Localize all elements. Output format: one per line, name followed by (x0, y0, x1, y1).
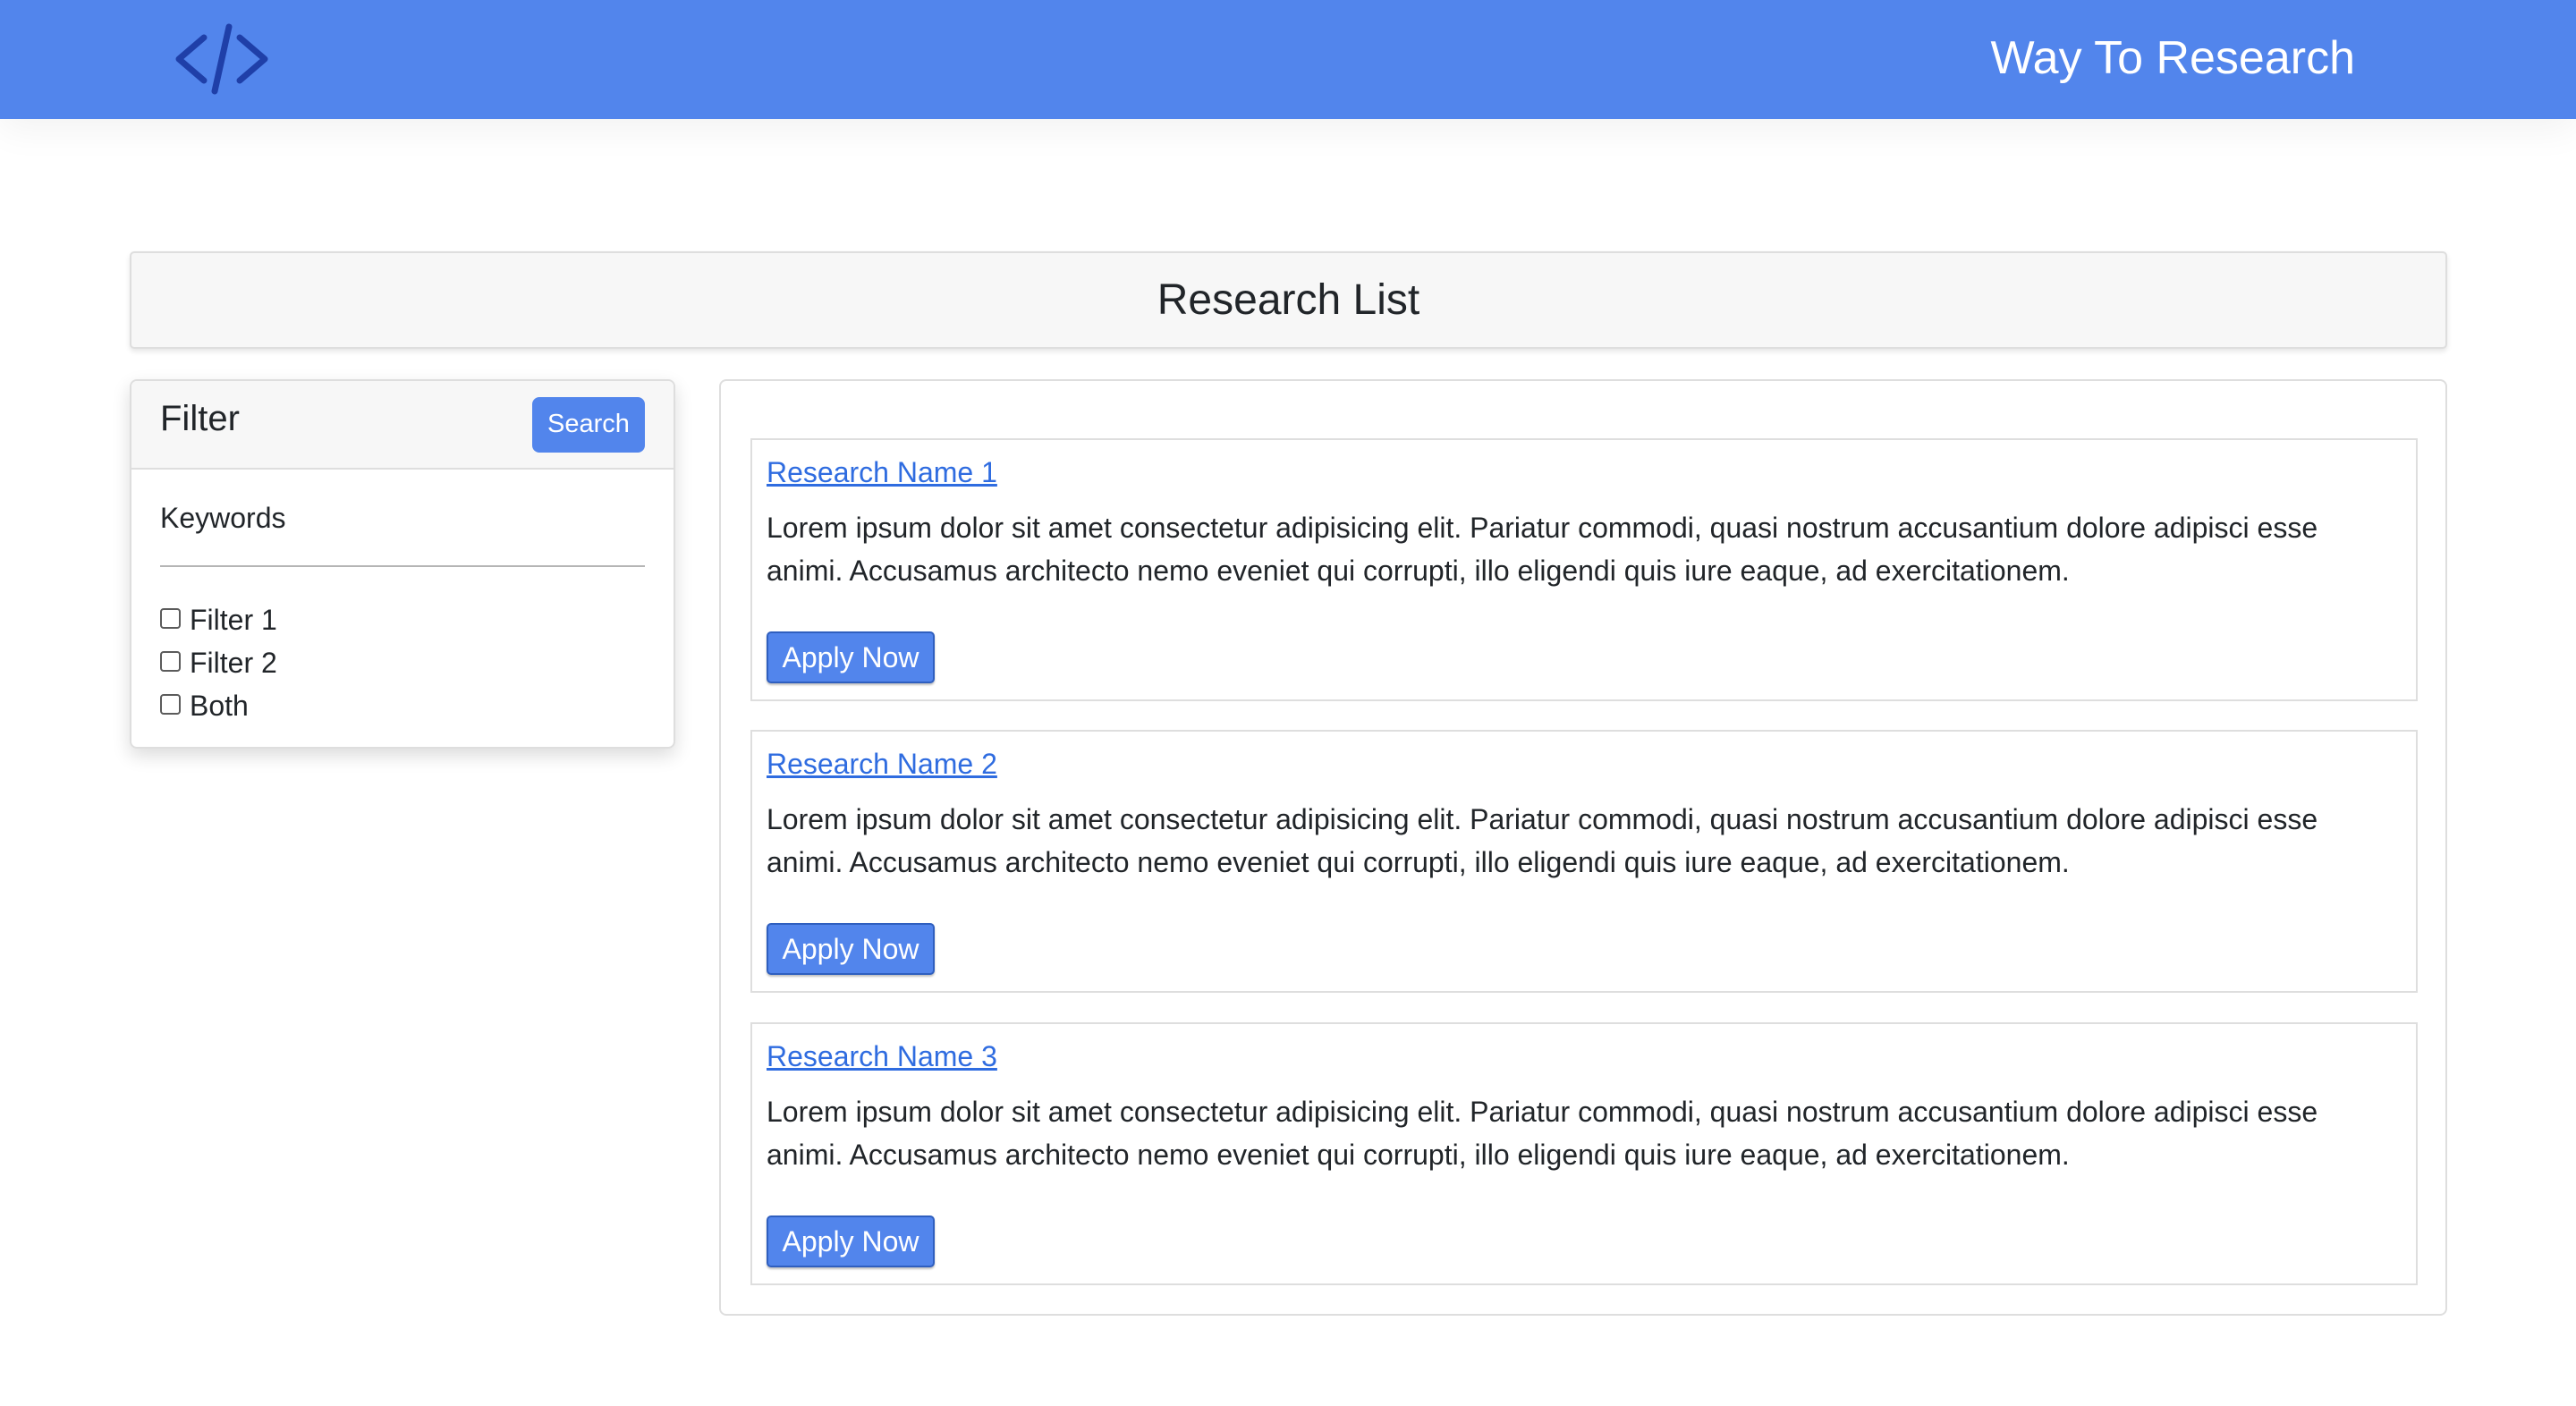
apply-now-button[interactable]: Apply Now (767, 1215, 935, 1267)
code-icon[interactable] (174, 21, 270, 97)
filter-option-label: Filter 1 (190, 603, 277, 636)
research-results-panel: Research Name 1 Lorem ipsum dolor sit am… (719, 379, 2447, 1316)
filter-option-filter-2[interactable]: Filter 2 (160, 641, 645, 684)
search-button[interactable]: Search (532, 396, 645, 453)
brand-title[interactable]: Way To Research (1991, 27, 2356, 89)
filter-body: Keywords Filter 1 Filter 2 Both (131, 470, 674, 727)
keywords-label: Keywords (160, 502, 286, 534)
divider (160, 565, 645, 567)
filter-title: Filter (160, 399, 240, 438)
filter-options: Filter 1 Filter 2 Both (160, 598, 645, 727)
research-name-link[interactable]: Research Name 3 (767, 1038, 997, 1074)
filter-option-both[interactable]: Both (160, 684, 645, 727)
research-description: Lorem ipsum dolor sit amet consectetur a… (767, 803, 2318, 878)
filter-option-filter-1[interactable]: Filter 1 (160, 598, 645, 641)
navbar: Way To Research (0, 0, 2576, 119)
research-description: Lorem ipsum dolor sit amet consectetur a… (767, 1096, 2318, 1171)
apply-now-button[interactable]: Apply Now (767, 631, 935, 683)
filter-1-checkbox[interactable] (160, 607, 181, 629)
page-title-bar: Research List (130, 251, 2447, 349)
both-checkbox[interactable] (160, 693, 181, 715)
filter-option-label: Filter 2 (190, 646, 277, 679)
research-name-link[interactable]: Research Name 2 (767, 746, 997, 782)
research-description: Lorem ipsum dolor sit amet consectetur a… (767, 512, 2318, 587)
filter-option-label: Both (190, 689, 249, 722)
research-card: Research Name 3 Lorem ipsum dolor sit am… (750, 1022, 2418, 1285)
page-title: Research List (1157, 276, 1420, 324)
filter-panel: Filter Search Keywords Filter 1 Filter 2… (130, 379, 675, 749)
filter-header: Filter Search (131, 381, 674, 470)
apply-now-button[interactable]: Apply Now (767, 923, 935, 975)
filter-2-checkbox[interactable] (160, 650, 181, 672)
research-card: Research Name 2 Lorem ipsum dolor sit am… (750, 730, 2418, 993)
research-name-link[interactable]: Research Name 1 (767, 454, 997, 490)
research-card: Research Name 1 Lorem ipsum dolor sit am… (750, 438, 2418, 701)
